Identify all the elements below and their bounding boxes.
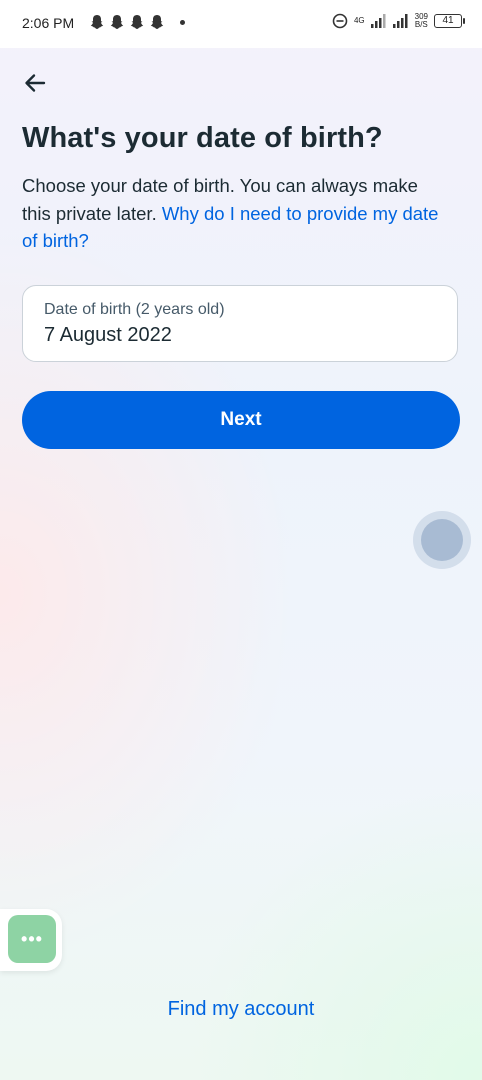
touch-indicator-dot [421, 519, 463, 561]
back-button[interactable] [20, 68, 50, 98]
more-options-button[interactable]: ••• [8, 915, 56, 963]
battery-icon: 41 [434, 14, 465, 28]
status-bar: 2:06 PM 4G 309 B/S 41 [0, 0, 482, 48]
snapchat-icon [150, 15, 164, 29]
description: Choose your date of birth. You can alway… [22, 172, 442, 255]
network-speed: 309 B/S [414, 12, 428, 29]
dob-label: Date of birth (2 years old) [44, 301, 225, 318]
dob-value: 7 August 2022 [44, 324, 172, 346]
status-time: 2:06 PM [22, 15, 75, 31]
snapchat-icon [130, 15, 144, 29]
floating-menu: ••• [0, 909, 62, 971]
dob-field[interactable]: Date of birth (2 years old) 7 August 202… [22, 285, 458, 362]
find-my-account-link[interactable]: Find my account [0, 998, 482, 1021]
next-button[interactable]: Next [22, 391, 460, 449]
signal-icon [370, 14, 386, 28]
snapchat-icon [90, 15, 104, 29]
notification-icons [90, 14, 185, 30]
arrow-left-icon [25, 74, 46, 92]
snapchat-icon [110, 15, 124, 29]
data-saver-icon [332, 13, 348, 29]
more-notifications-dot [180, 19, 185, 25]
status-right: 4G 309 B/S 41 [332, 12, 465, 29]
network-type: 4G [353, 16, 365, 25]
touch-indicator [413, 511, 471, 569]
signal-icon-2 [392, 14, 408, 28]
page-title: What's your date of birth? [22, 122, 383, 154]
